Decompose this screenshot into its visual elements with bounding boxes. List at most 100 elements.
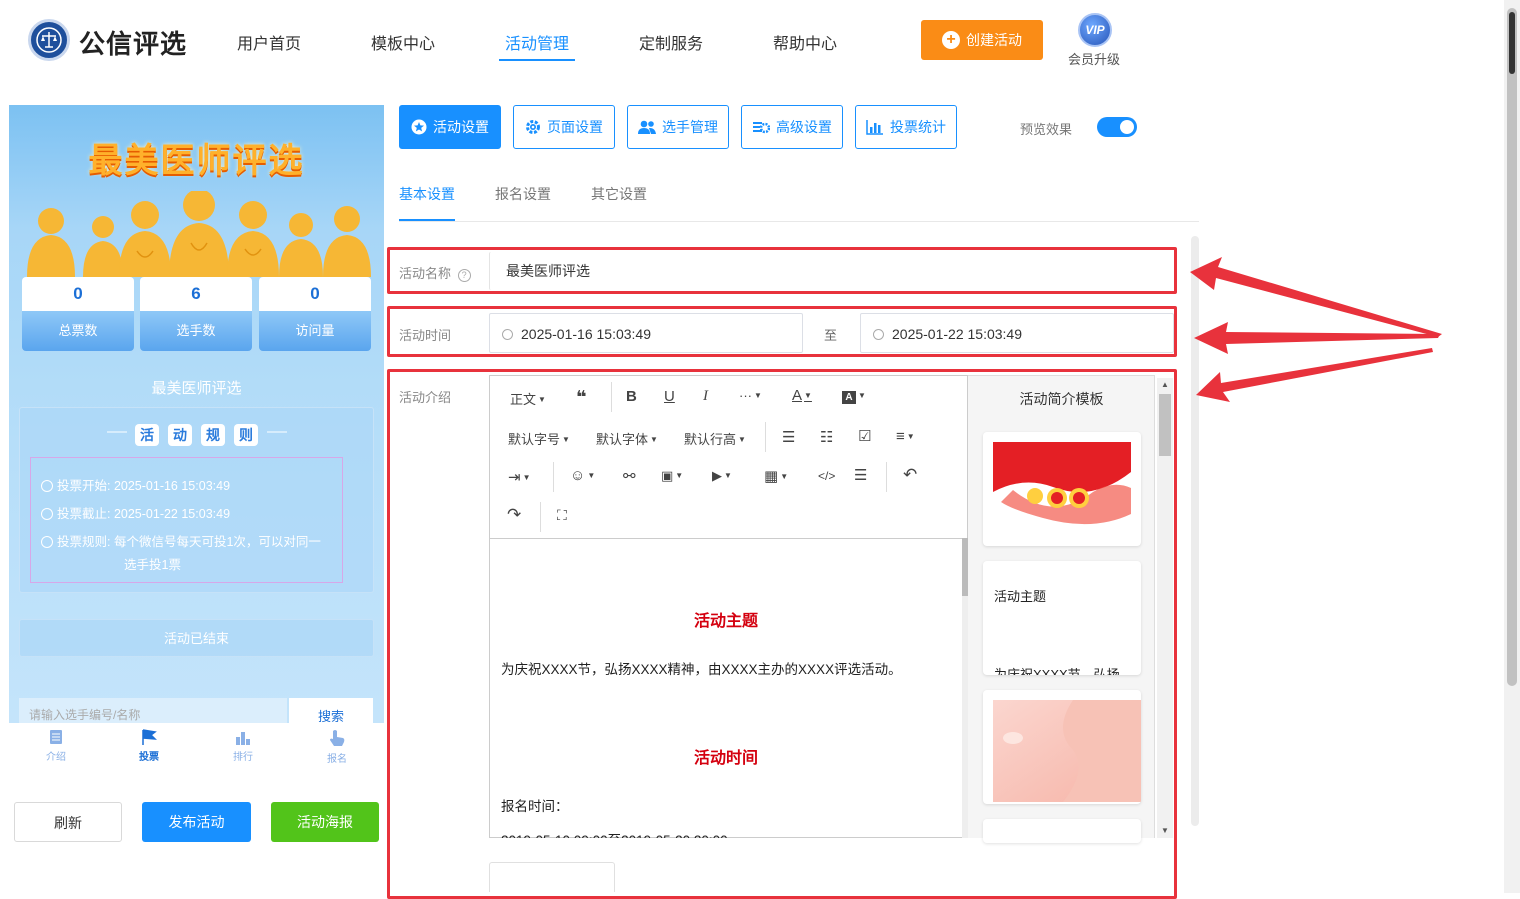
clock-icon [41, 508, 53, 520]
page-scrollbar[interactable] [1504, 0, 1520, 893]
ranking-icon [236, 732, 250, 745]
flag-icon [142, 729, 157, 745]
redo-icon[interactable]: ↷ [507, 505, 521, 525]
bold-icon[interactable]: B [626, 388, 637, 405]
stat-total-votes-value: 0 [22, 277, 134, 311]
logo-icon[interactable] [28, 19, 70, 61]
stat-contestants-value: 6 [140, 277, 252, 311]
preview-nav-ranking[interactable]: 排行 [223, 729, 263, 763]
underline-icon[interactable]: U [664, 388, 675, 405]
fullscreen-icon[interactable]: ⛶ [557, 507, 567, 524]
template-scrollbar[interactable]: ▲ ▼ [1157, 378, 1173, 838]
partial-field-box [489, 862, 615, 892]
vip-upgrade-link[interactable]: 会员升级 [1068, 49, 1120, 68]
subtab-other-settings[interactable]: 其它设置 [591, 184, 647, 204]
font-family-dropdown[interactable]: 默认字体 ▼ [596, 429, 658, 448]
subtab-signup-settings[interactable]: 报名设置 [495, 184, 551, 204]
content-paragraph: 2019-05-10 09:00至2019-05-20 20:00 [501, 829, 728, 838]
bullet-list-icon[interactable]: ☰ [782, 428, 795, 446]
content-heading-theme: 活动主题 [693, 613, 758, 630]
activity-time-label: 活动时间 [399, 328, 452, 343]
nav-user-home[interactable]: 用户首页 [237, 30, 301, 54]
italic-icon[interactable]: I [703, 388, 708, 405]
preview-bottom-nav: 介绍 投票 排行 报名 [9, 723, 384, 773]
tab-advanced-settings[interactable]: 高级设置 [741, 105, 843, 149]
poster-button[interactable]: 活动海报 [271, 802, 379, 842]
content-heading-time: 活动时间 [693, 750, 758, 767]
create-activity-label: 创建活动 [966, 32, 1022, 48]
background-color-icon[interactable]: A ▼ [842, 388, 866, 404]
code-icon[interactable]: </> [818, 469, 835, 483]
font-color-icon[interactable]: A ▼ [792, 387, 812, 404]
link-icon[interactable]: ⚯ [623, 467, 636, 485]
line-height-dropdown[interactable]: 默认行高 ▼ [684, 429, 746, 448]
scroll-up-icon[interactable]: ▲ [1161, 380, 1169, 389]
quote-icon[interactable]: ❝ [576, 387, 587, 408]
brand-name[interactable]: 公信评选 [79, 24, 187, 61]
activity-name-input[interactable]: 最美医师评选 [489, 252, 1172, 290]
preview-nav-signup[interactable]: 报名 [317, 729, 357, 765]
arrow-to-intro-icon [1196, 348, 1433, 402]
stat-contestants-label: 选手数 [140, 311, 252, 351]
tab-page-settings[interactable]: 页面设置 [513, 105, 615, 149]
plus-icon: + [942, 31, 960, 49]
start-time-input[interactable]: 2025-01-16 15:03:49 [489, 313, 803, 353]
vip-icon[interactable]: VIP [1078, 13, 1112, 47]
preview-activity-name: 最美医师评选 [151, 380, 242, 397]
preview-search-button[interactable]: 搜索 [289, 698, 373, 723]
editor-content[interactable]: 活动主题 为庆祝XXXX节，弘扬XXXX精神，由XXXX主办的XXXX评选活动。… [490, 538, 969, 838]
preview-effect-toggle[interactable] [1097, 117, 1137, 137]
image-icon[interactable]: ▣ ▼ [661, 468, 683, 484]
font-size-dropdown[interactable]: 默认字号 ▼ [508, 429, 570, 448]
gear-icon [526, 120, 540, 134]
template-thumbnail-image [993, 442, 1131, 536]
scroll-down-icon[interactable]: ▼ [1161, 826, 1169, 835]
subtab-divider [399, 221, 1199, 222]
divider-icon[interactable]: ☰ [854, 466, 867, 484]
content-paragraph: 为庆祝XXXX节，弘扬XXXX精神，由XXXX主办的XXXX评选活动。 [501, 662, 902, 677]
toolbar-separator [886, 462, 887, 492]
indent-icon[interactable]: ⇥ ▼ [508, 468, 531, 486]
stat-contestants: 6 选手数 [140, 277, 252, 351]
template-card[interactable] [983, 819, 1141, 843]
preview-nav-vote[interactable]: 投票 [129, 729, 169, 763]
clock-icon [873, 329, 884, 340]
more-styles-icon[interactable]: ··· ▼ [739, 388, 762, 403]
video-icon[interactable]: ▶ ▼ [712, 468, 732, 484]
stat-visits-value: 0 [259, 277, 371, 311]
template-card[interactable] [983, 432, 1141, 546]
preview-nav-intro[interactable]: 介绍 [36, 729, 76, 763]
page-scrollbar-thumb[interactable] [1507, 8, 1517, 686]
template-card[interactable]: 活动主题 为庆祝XXXX节，弘扬 [983, 561, 1141, 675]
nav-template-center[interactable]: 模板中心 [371, 30, 435, 54]
undo-icon[interactable]: ↶ [903, 465, 917, 485]
document-icon [50, 730, 62, 744]
activity-intro-label: 活动介绍 [399, 390, 452, 405]
subtab-basic-settings[interactable]: 基本设置 [399, 184, 455, 204]
end-time-input[interactable]: 2025-01-22 15:03:49 [860, 313, 1174, 353]
help-icon[interactable]: ? [457, 269, 471, 282]
rich-text-editor[interactable]: 正文 ▼ ❝ B U I ··· ▼ A ▼ A ▼ 默认字号 ▼ 默认字体 ▼ 默认行高 ▼… [489, 375, 969, 838]
nav-custom-service[interactable]: 定制服务 [639, 30, 703, 54]
nav-activity-management[interactable]: 活动管理 [505, 30, 569, 54]
tab-vote-statistics[interactable]: 投票统计 [855, 105, 957, 149]
refresh-button[interactable]: 刷新 [14, 802, 122, 842]
star-icon [411, 119, 427, 135]
clock-icon [41, 480, 53, 492]
create-activity-button[interactable]: + 创建活动 [921, 20, 1043, 60]
publish-button[interactable]: 发布活动 [142, 802, 251, 842]
align-icon[interactable]: ≡ ▼ [896, 428, 915, 445]
users-icon [638, 120, 656, 134]
template-scrollbar-thumb[interactable] [1159, 394, 1171, 456]
checklist-icon[interactable]: ☑ [858, 427, 871, 445]
emoji-icon[interactable]: ☺ ▼ [570, 467, 595, 484]
tab-contestant-management[interactable]: 选手管理 [627, 105, 729, 149]
table-icon[interactable]: ▦ ▼ [764, 467, 788, 485]
rule-limit: 投票规则: 每个微信号每天可投1次，可以对同一 [41, 531, 321, 550]
numbered-list-icon[interactable]: ☷ [820, 428, 833, 446]
tab-activity-settings[interactable]: 活动设置 [399, 105, 501, 149]
template-card[interactable] [983, 690, 1141, 804]
preview-search-input[interactable]: 请输入选手编号/名称 [19, 698, 287, 723]
paragraph-format-dropdown[interactable]: 正文 ▼ [510, 389, 546, 408]
nav-help-center[interactable]: 帮助中心 [773, 30, 837, 54]
